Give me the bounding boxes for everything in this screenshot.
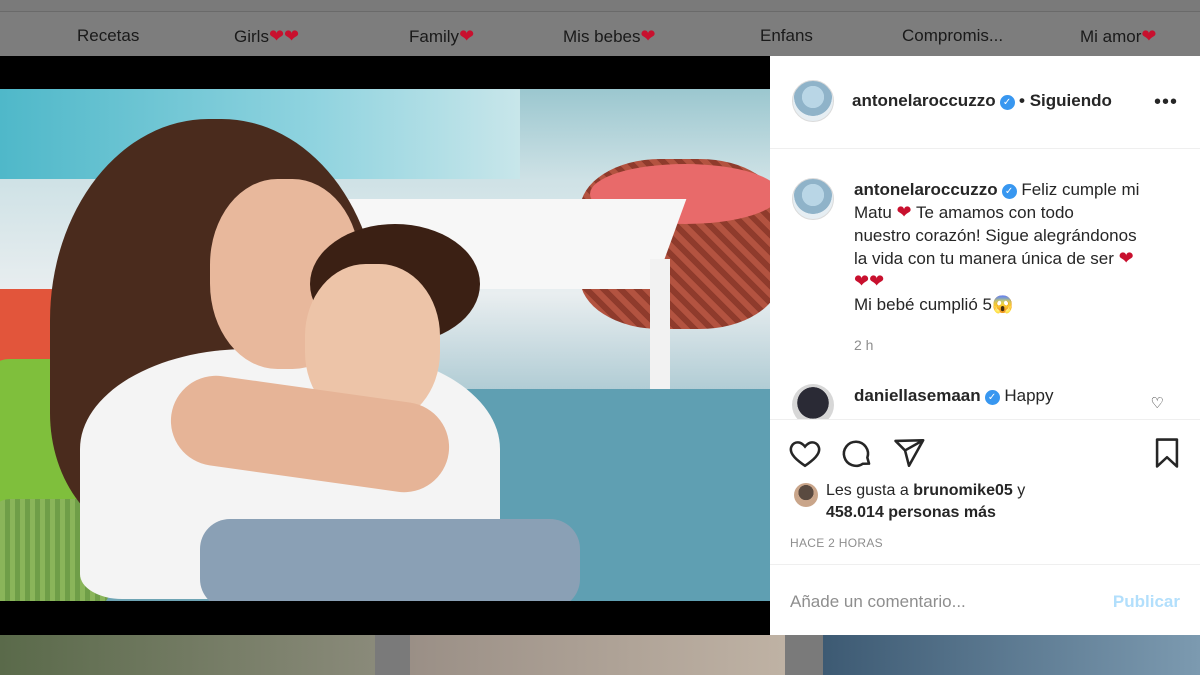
heart-icon: ❤ <box>640 26 656 46</box>
share-paper-plane-icon[interactable] <box>892 436 926 470</box>
comment-username[interactable]: daniellasemaan <box>854 386 981 405</box>
heart-icon: ❤ <box>896 202 912 222</box>
heart-icon: ❤❤ <box>268 26 300 46</box>
story-highlights-bar: Recetas Girls❤❤ Family❤ Mis bebes❤ Enfan… <box>0 12 1200 56</box>
highlight-family[interactable]: Family❤ <box>409 26 474 47</box>
comment-bubble-icon[interactable] <box>840 436 874 470</box>
hearts-line: ❤❤ <box>854 271 885 291</box>
username-link[interactable]: antonelaroccuzzo <box>852 91 996 110</box>
likes-count[interactable]: 458.014 personas más <box>826 504 996 521</box>
publish-button[interactable]: Publicar <box>1113 592 1180 612</box>
following-status[interactable]: • Siguiendo <box>1019 91 1112 110</box>
post-photo <box>0 89 770 601</box>
heart-icon: ❤ <box>1141 26 1157 46</box>
thumbnail[interactable] <box>823 635 1200 675</box>
highlight-girls[interactable]: Girls❤❤ <box>234 26 299 47</box>
highlight-compromis[interactable]: Compromis... <box>902 26 1003 46</box>
thumbnail[interactable] <box>410 635 785 675</box>
post-actions: Les gusta a brunomike05 y 458.014 person… <box>770 419 1200 635</box>
heart-icon: ❤ <box>1118 248 1134 268</box>
bookmark-icon[interactable] <box>1150 436 1184 470</box>
verified-badge-icon: ✓ <box>984 390 1000 405</box>
heart-icon: ❤ <box>459 26 475 46</box>
highlight-enfans[interactable]: Enfans <box>760 26 813 46</box>
post-timestamp[interactable]: HACE 2 HORAS <box>790 536 883 550</box>
liker-username[interactable]: brunomike05 <box>913 482 1013 499</box>
post-side-panel: antonelaroccuzzo ✓ • Siguiendo ••• antone… <box>770 56 1200 635</box>
comment-like-icon[interactable]: ♡ <box>1151 394 1164 412</box>
avatar[interactable] <box>792 80 834 122</box>
post-header-user: antonelaroccuzzo ✓ • Siguiendo <box>852 91 1112 111</box>
like-heart-icon[interactable] <box>788 436 822 470</box>
grid-thumbnails <box>0 635 1200 675</box>
post-header: antonelaroccuzzo ✓ • Siguiendo ••• <box>770 56 1200 149</box>
post-media[interactable] <box>0 56 770 635</box>
thumbnail[interactable] <box>0 635 375 675</box>
caption-time[interactable]: 2 h <box>854 337 873 353</box>
caption-avatar[interactable] <box>792 178 834 220</box>
highlight-recetas[interactable]: Recetas <box>77 26 139 46</box>
likes-summary: Les gusta a brunomike05 y 458.014 person… <box>826 482 1026 521</box>
post-caption: antonelaroccuzzo ✓ Feliz cumple mi Matu ❤… <box>854 178 1174 316</box>
liker-avatar[interactable] <box>794 483 818 507</box>
more-options-icon[interactable]: ••• <box>1154 91 1178 114</box>
comment-input[interactable]: Añade un comentario... <box>790 592 966 612</box>
top-strip <box>0 0 1200 12</box>
verified-badge-icon: ✓ <box>999 95 1015 110</box>
verified-badge-icon: ✓ <box>1001 184 1017 199</box>
photo-jeans <box>200 519 580 601</box>
add-comment-bar: Añade un comentario... Publicar <box>770 564 1200 636</box>
photo-table-leg <box>650 259 670 399</box>
highlight-mis-bebes[interactable]: Mis bebes❤ <box>563 26 656 47</box>
comment: daniellasemaan ✓ Happy <box>854 386 1054 405</box>
caption-username[interactable]: antonelaroccuzzo <box>854 180 998 199</box>
highlight-mi-amor[interactable]: Mi amor❤ <box>1080 26 1157 47</box>
